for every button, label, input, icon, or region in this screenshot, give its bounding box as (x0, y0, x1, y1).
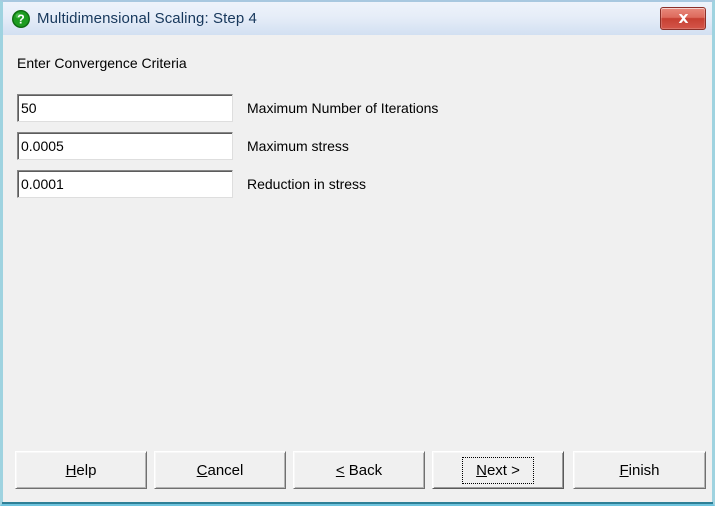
svg-text:?: ? (17, 12, 25, 26)
back-button-label: < Back (335, 461, 383, 479)
title-bar: ? Multidimensional Scaling: Step 4 (3, 2, 712, 36)
maximum-stress-label: Maximum stress (247, 138, 349, 154)
field-row: Reduction in stress (17, 169, 366, 199)
window-title: Multidimensional Scaling: Step 4 (37, 10, 257, 27)
maximum-number-of-iterations-label: Maximum Number of Iterations (247, 100, 439, 116)
field-row: Maximum Number of Iterations (17, 93, 438, 123)
maximum-number-of-iterations-input[interactable] (17, 94, 233, 122)
cancel-button[interactable]: Cancel (154, 451, 286, 489)
next-button-label: Next > (462, 456, 534, 484)
close-icon (678, 14, 688, 23)
help-button-label: Help (65, 461, 97, 479)
cancel-button-label: Cancel (196, 461, 244, 479)
reduction-in-stress-label: Reduction in stress (247, 176, 367, 192)
dialog-button-bar: Help Cancel < Back Next > Finish (3, 447, 712, 493)
help-button[interactable]: Help (15, 451, 147, 489)
dialog-window: ? Multidimensional Scaling: Step 4 Enter… (0, 0, 715, 506)
finish-button-label: Finish (619, 461, 660, 479)
back-button[interactable]: < Back (293, 451, 425, 489)
section-heading: Enter Convergence Criteria (17, 55, 187, 71)
close-button[interactable] (660, 7, 706, 30)
finish-button[interactable]: Finish (573, 451, 706, 489)
next-button[interactable]: Next > (432, 451, 564, 489)
field-row: Maximum stress (17, 131, 349, 161)
maximum-stress-input[interactable] (17, 132, 233, 160)
dialog-client-area: Enter Convergence Criteria Maximum Numbe… (3, 35, 712, 503)
reduction-in-stress-input[interactable] (17, 170, 233, 198)
help-question-icon: ? (12, 9, 30, 28)
